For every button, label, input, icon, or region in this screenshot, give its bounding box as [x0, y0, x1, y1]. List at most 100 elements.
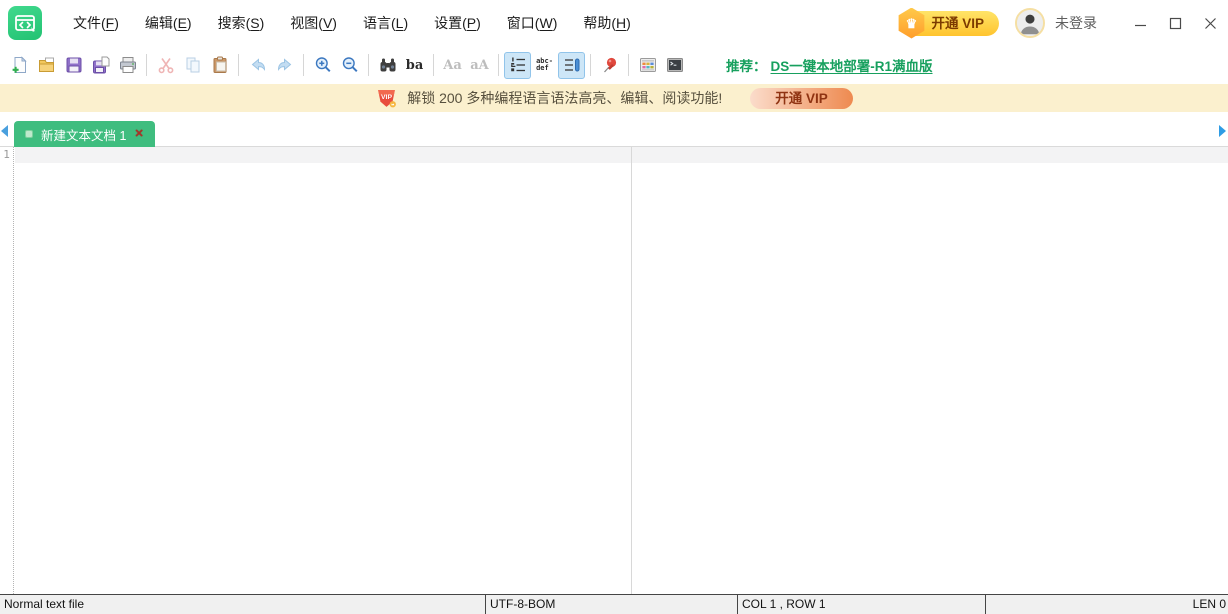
word-wrap-icon: abc- def: [536, 58, 553, 72]
lowercase-icon: aA: [470, 59, 489, 72]
line-number: 1: [0, 147, 13, 163]
window-controls: [1123, 6, 1228, 40]
print-icon: [119, 56, 137, 74]
title-bar: 文件(F) 编辑(E) 搜索(S) 视图(V) 语言(L) 设置(P) 窗口(W…: [0, 0, 1228, 46]
open-vip-button[interactable]: ♛ 开通 VIP: [900, 11, 999, 36]
status-bar: Normal text file UTF-8-BOM COL 1 , ROW 1…: [0, 594, 1228, 614]
tab-title: 新建文本文档 1: [41, 125, 126, 144]
cut-icon: [157, 56, 175, 74]
uppercase-button[interactable]: Aa: [439, 52, 466, 79]
maximize-button[interactable]: [1158, 6, 1193, 40]
open-file-button[interactable]: [33, 52, 60, 79]
replace-icon: ba: [406, 59, 424, 72]
status-length: LEN 0: [985, 595, 1228, 614]
zoom-out-button[interactable]: [336, 52, 363, 79]
open-vip-label: 开通 VIP: [931, 16, 984, 31]
pin-on-top-button[interactable]: [596, 52, 623, 79]
find-binoculars-icon: [379, 56, 397, 74]
editor-area[interactable]: 1: [0, 147, 1228, 594]
menu-help[interactable]: 帮助(H): [570, 7, 643, 39]
recommend-link[interactable]: DS一键本地部署-R1满血版: [771, 55, 933, 75]
toolbar-separator: [368, 54, 369, 76]
menu-settings[interactable]: 设置(P): [421, 7, 494, 39]
login-status[interactable]: 未登录: [1055, 13, 1097, 33]
current-line-highlight: [15, 147, 1228, 163]
toolbar-separator: [498, 54, 499, 76]
minimize-button[interactable]: [1123, 6, 1158, 40]
toolbar-separator: [590, 54, 591, 76]
terminal-icon: [666, 56, 684, 74]
tab-scroll-right-icon[interactable]: [1219, 125, 1226, 137]
copy-icon: [184, 56, 202, 74]
tab-document-1[interactable]: 新建文本文档 1 ✕: [14, 121, 155, 147]
vip-banner: VIP 解锁 200 多种编程语言语法高亮、编辑、阅读功能! 开通 VIP: [0, 84, 1228, 112]
redo-icon: [276, 56, 294, 74]
line-number-gutter: 1: [0, 147, 14, 594]
svg-text:VIP: VIP: [381, 94, 392, 101]
undo-button[interactable]: [244, 52, 271, 79]
vip-badge-icon: VIP: [375, 88, 398, 109]
save-as-button[interactable]: [87, 52, 114, 79]
status-cursor-position: COL 1 , ROW 1: [737, 595, 985, 614]
word-wrap-toggle[interactable]: abc- def: [531, 52, 558, 79]
status-doc-type: Normal text file: [0, 595, 485, 614]
tab-scroll-left-icon[interactable]: [1, 125, 8, 137]
menu-file[interactable]: 文件(F): [60, 7, 132, 39]
line-numbers-toggle[interactable]: [504, 52, 531, 79]
save-icon: [65, 56, 83, 74]
toolbar-separator: [303, 54, 304, 76]
terminal-button[interactable]: [661, 52, 688, 79]
toolbar: ba Aa aA abc- def: [0, 46, 1228, 84]
tab-close-icon[interactable]: ✕: [134, 129, 143, 140]
menu-bar: 文件(F) 编辑(E) 搜索(S) 视图(V) 语言(L) 设置(P) 窗口(W…: [60, 7, 644, 39]
zoom-in-icon: [314, 56, 332, 74]
new-file-button[interactable]: [6, 52, 33, 79]
find-button[interactable]: [374, 52, 401, 79]
menu-language[interactable]: 语言(L): [350, 7, 421, 39]
save-as-icon: [92, 56, 110, 74]
banner-message: 解锁 200 多种编程语言语法高亮、编辑、阅读功能!: [407, 88, 722, 108]
tab-bar: 新建文本文档 1 ✕: [0, 112, 1228, 147]
zoom-out-icon: [341, 56, 359, 74]
titlebar-right-cluster: ♛ 开通 VIP 未登录: [900, 6, 1228, 40]
replace-button[interactable]: ba: [401, 52, 428, 79]
app-logo-icon: [8, 6, 42, 40]
avatar[interactable]: [1015, 8, 1045, 38]
crown-badge-icon: ♛: [897, 8, 925, 39]
menu-edit[interactable]: 编辑(E): [132, 7, 205, 39]
app-window: 文件(F) 编辑(E) 搜索(S) 视图(V) 语言(L) 设置(P) 窗口(W…: [0, 0, 1228, 614]
paste-button[interactable]: [206, 52, 233, 79]
uppercase-icon: Aa: [443, 59, 462, 72]
new-file-icon: [11, 56, 29, 74]
paste-icon: [211, 56, 229, 74]
undo-icon: [249, 56, 267, 74]
toolbar-separator: [146, 54, 147, 76]
color-scheme-icon: [639, 56, 657, 74]
status-encoding: UTF-8-BOM: [485, 595, 737, 614]
print-button[interactable]: [114, 52, 141, 79]
editor-vertical-guide: [631, 147, 632, 594]
menu-search[interactable]: 搜索(S): [205, 7, 278, 39]
save-button[interactable]: [60, 52, 87, 79]
menu-view[interactable]: 视图(V): [277, 7, 350, 39]
lowercase-button[interactable]: aA: [466, 52, 493, 79]
banner-open-vip-button[interactable]: 开通 VIP: [750, 88, 853, 109]
recommend-area: 推荐： DS一键本地部署-R1满血版: [726, 55, 933, 75]
pin-icon: [601, 56, 619, 74]
zoom-in-button[interactable]: [309, 52, 336, 79]
toolbar-separator: [433, 54, 434, 76]
recommend-label: 推荐：: [726, 55, 767, 75]
close-button[interactable]: [1193, 6, 1228, 40]
cut-button[interactable]: [152, 52, 179, 79]
tab-saved-indicator-icon: [25, 130, 33, 138]
line-numbers-icon: [509, 56, 527, 74]
redo-button[interactable]: [271, 52, 298, 79]
copy-button[interactable]: [179, 52, 206, 79]
show-blank-icon: [563, 56, 581, 74]
toolbar-separator: [628, 54, 629, 76]
show-blank-toggle[interactable]: [558, 52, 585, 79]
menu-window[interactable]: 窗口(W): [494, 7, 571, 39]
color-scheme-button[interactable]: [634, 52, 661, 79]
toolbar-separator: [238, 54, 239, 76]
open-folder-icon: [38, 56, 56, 74]
